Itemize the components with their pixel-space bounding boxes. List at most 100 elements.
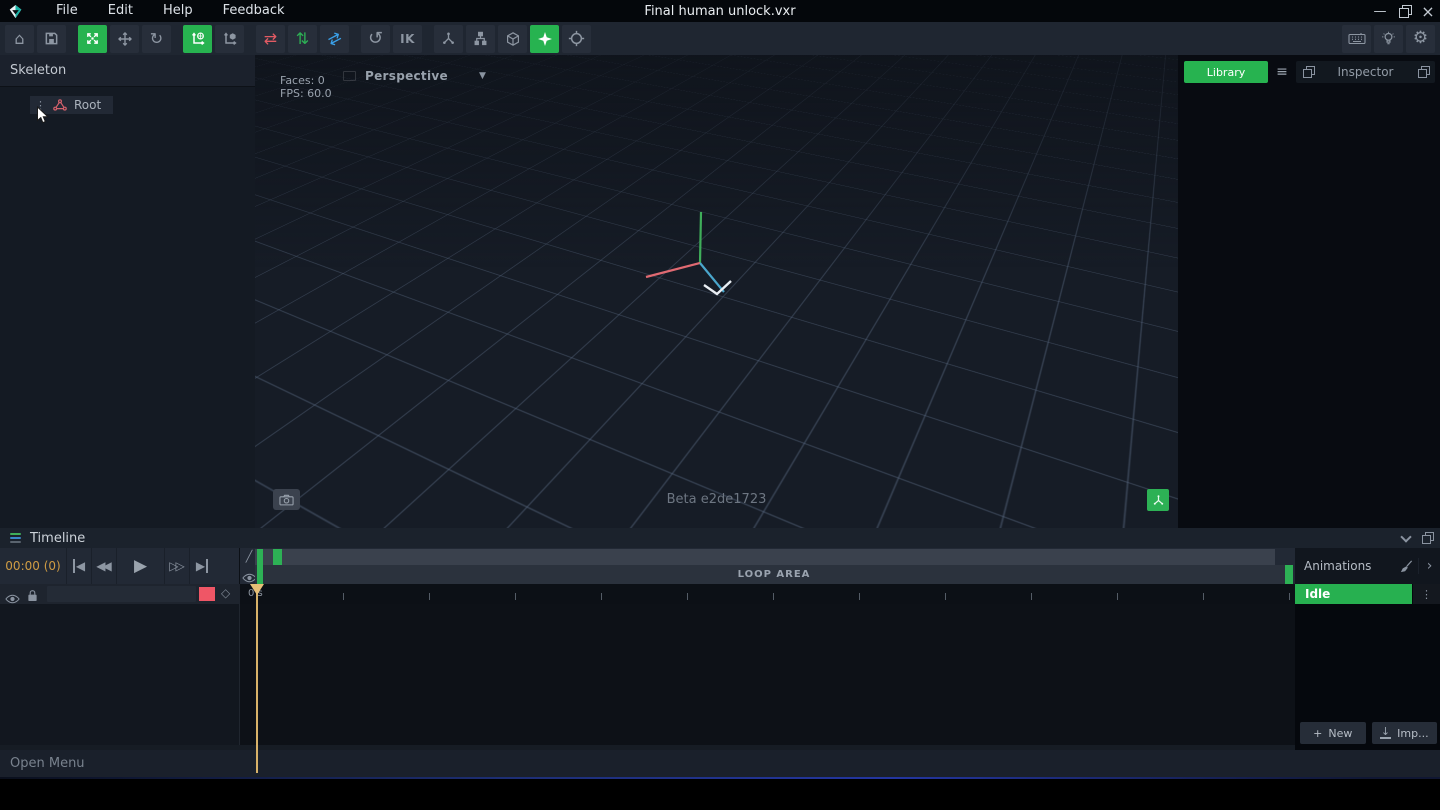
move-icon [117, 31, 133, 47]
play-icon: ▶ [134, 556, 147, 576]
ruler-tick [429, 593, 430, 600]
keyframe-diamond-icon[interactable]: ◇ [221, 586, 230, 600]
restore-icon [1400, 7, 1409, 16]
animation-kebab-icon[interactable]: ⋮ [1412, 584, 1440, 604]
global-axes-button[interactable] [183, 25, 212, 53]
close-button[interactable]: × [1416, 0, 1440, 22]
scale-tool-button[interactable] [78, 25, 107, 53]
mirror-button[interactable]: ⇄ [256, 25, 285, 53]
loop-start-handle[interactable] [257, 549, 263, 584]
keyframe-marker[interactable] [273, 549, 282, 565]
new-animation-button[interactable]: + New [1300, 722, 1366, 744]
rewind-button[interactable]: ◀◀ [91, 548, 116, 584]
sort-icon: ⇅ [296, 31, 309, 47]
app-logo-icon[interactable] [8, 4, 23, 19]
track-header: ◇ [0, 584, 240, 604]
settings-button[interactable]: ⚙ [1406, 25, 1435, 53]
timeline-ruler[interactable]: 0 s [240, 584, 1295, 604]
right-panel: Library ≡ Inspector [1178, 55, 1440, 528]
menu-edit[interactable]: Edit [93, 0, 148, 22]
add-joint-button[interactable] [530, 25, 559, 53]
retarget-button[interactable]: ⇄ [320, 25, 349, 53]
popout-icon[interactable] [1303, 67, 1313, 77]
loop-end-handle[interactable] [1285, 565, 1293, 584]
skip-to-start-button[interactable]: ◀ [66, 548, 91, 584]
move-tool-button[interactable] [110, 25, 139, 53]
joint-mode-icon [1152, 494, 1165, 507]
track-list [0, 604, 240, 745]
ik-button[interactable]: IK [393, 25, 422, 53]
animations-header: Animations › [1295, 548, 1440, 584]
chevron-down-icon: ▼ [479, 71, 486, 81]
right-panel-tabs: Library ≡ Inspector [1184, 61, 1435, 83]
sort-button[interactable]: ⇅ [288, 25, 317, 53]
playhead-line [256, 588, 258, 773]
track-color-swatch[interactable] [199, 587, 215, 601]
camera-mode-dropdown[interactable]: Perspective ▼ [343, 69, 486, 83]
viewport-3d[interactable]: Faces: 0 FPS: 60.0 Perspective ▼ Beta e2… [255, 55, 1178, 528]
time-display: 00:00 (0) [0, 559, 66, 573]
cleanup-broom-icon[interactable] [1394, 559, 1418, 574]
restore-button[interactable] [1392, 0, 1416, 22]
joint-icon [441, 31, 456, 46]
menu-help[interactable]: Help [148, 0, 208, 22]
save-button[interactable] [37, 25, 66, 53]
faces-counter: Faces: 0 [280, 74, 332, 87]
screenshot-button[interactable] [273, 489, 300, 510]
joint-mode-button[interactable] [1147, 489, 1169, 511]
cycle-icon: ↺ [368, 30, 383, 48]
rewind-icon: ◀◀ [96, 559, 108, 573]
autokey-pen-icon[interactable]: ╱ [243, 550, 255, 563]
fps-counter: FPS: 60.0 [280, 87, 332, 100]
tab-inspector-label: Inspector [1338, 65, 1394, 79]
skip-to-end-button[interactable]: ▶ [189, 548, 214, 584]
rotate-icon: ↻ [150, 31, 163, 47]
collapse-chevron-icon[interactable] [1400, 531, 1411, 542]
scrub-strip[interactable] [255, 549, 1275, 565]
hierarchy-button[interactable] [466, 25, 495, 53]
menu-feedback[interactable]: Feedback [208, 0, 300, 22]
window-controls: — × [1368, 0, 1440, 22]
play-button[interactable]: ▶ [116, 548, 164, 584]
animation-name[interactable]: Idle [1295, 584, 1412, 604]
rotate-tool-button[interactable]: ↻ [142, 25, 171, 53]
cycle-button[interactable]: ↺ [361, 25, 390, 53]
hints-button[interactable] [1374, 25, 1403, 53]
tab-inspector[interactable]: Inspector [1296, 61, 1435, 83]
local-axes-button[interactable] [215, 25, 244, 53]
tab-library[interactable]: Library [1184, 61, 1268, 83]
new-button-label: New [1328, 727, 1352, 740]
keyframe-track-area[interactable] [240, 604, 1295, 745]
joint-button[interactable] [434, 25, 463, 53]
import-animation-button[interactable]: ↓ Imp... [1372, 722, 1438, 744]
ik-label: IK [400, 32, 415, 46]
ruler-tick [859, 593, 860, 600]
ruler-tick [1117, 593, 1118, 600]
popout-icon[interactable] [1422, 533, 1432, 543]
root-bone-gizmo[interactable] [255, 55, 1178, 528]
target-button[interactable] [562, 25, 591, 53]
scrubber-area: ╱ LOOP AREA [240, 548, 1295, 584]
local-axes-icon [222, 31, 238, 47]
status-bar[interactable]: Open Menu [0, 750, 1440, 777]
scale-icon [85, 31, 100, 46]
library-menu-icon[interactable]: ≡ [1273, 64, 1291, 80]
timeline-menu-icon[interactable] [10, 533, 21, 543]
skip-start-icon: ◀ [73, 559, 85, 573]
animations-panel: Animations › Idle ⋮ + New ↓ Imp... [1295, 548, 1440, 750]
cube-button[interactable] [498, 25, 527, 53]
tree-item-label: Root [74, 98, 101, 112]
track-name-field[interactable] [47, 586, 196, 602]
animation-list-item[interactable]: Idle ⋮ [1295, 584, 1440, 604]
menu-file[interactable]: File [41, 0, 93, 22]
fast-forward-button[interactable]: ▷▷ [164, 548, 189, 584]
home-button[interactable]: ⌂ [5, 25, 34, 53]
expand-chevron-icon[interactable]: › [1418, 558, 1440, 574]
keyboard-shortcuts-button[interactable] [1342, 25, 1371, 53]
open-menu-label[interactable]: Open Menu [10, 756, 85, 771]
loop-area-bar[interactable]: LOOP AREA [255, 565, 1293, 584]
app-window: File Edit Help Feedback Final human unlo… [0, 0, 1440, 810]
minimize-button[interactable]: — [1368, 0, 1392, 22]
playhead-handle[interactable] [250, 584, 264, 595]
popout-icon[interactable] [1418, 67, 1428, 77]
